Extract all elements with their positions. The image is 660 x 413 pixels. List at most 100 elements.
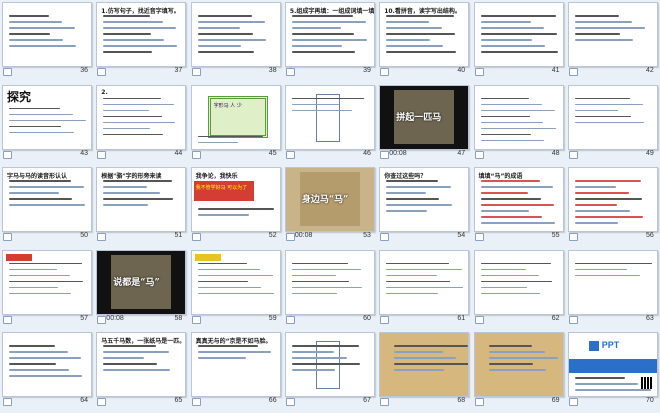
- slide-preview[interactable]: [473, 84, 564, 150]
- slide-thumbnail-46[interactable]: 46: [283, 83, 377, 165]
- slide-thumbnail-51[interactable]: 根据"骆"字的形旁来读 51: [94, 165, 188, 247]
- slide-transition-icon[interactable]: [97, 150, 107, 159]
- slide-preview[interactable]: 1.仿写句子，找近音字填写。: [96, 2, 187, 67]
- slide-transition-icon[interactable]: [380, 398, 390, 407]
- slide-thumbnail-58[interactable]: 说都是“马” 00:08 58: [94, 248, 188, 330]
- slide-preview[interactable]: 你查过这些吗？: [379, 167, 470, 233]
- slide-preview[interactable]: 说都是“马”: [96, 249, 187, 315]
- slide-preview[interactable]: 5.组成字再填：一组成词填一填。: [284, 2, 375, 67]
- slide-preview[interactable]: PPT: [567, 332, 658, 398]
- slide-transition-icon[interactable]: [3, 315, 12, 324]
- slide-transition-icon[interactable]: [380, 150, 390, 159]
- slide-thumbnail-54[interactable]: 你查过这些吗？ 54: [377, 165, 471, 247]
- slide-thumbnail-37[interactable]: 1.仿写句子，找近音字填写。 37: [94, 0, 188, 82]
- slide-preview[interactable]: [284, 249, 375, 315]
- slide-preview[interactable]: [379, 249, 470, 315]
- slide-preview[interactable]: [473, 332, 564, 398]
- slide-thumbnail-49[interactable]: 49: [566, 83, 660, 165]
- slide-transition-icon[interactable]: [380, 233, 390, 242]
- slide-thumbnail-62[interactable]: 62: [472, 248, 566, 330]
- slide-transition-icon[interactable]: [285, 233, 295, 242]
- slide-preview[interactable]: 探究: [2, 84, 92, 150]
- slide-transition-icon[interactable]: [380, 68, 390, 76]
- slide-transition-icon[interactable]: [285, 398, 295, 407]
- slide-thumbnail-48[interactable]: 48: [472, 83, 566, 165]
- slide-transition-icon[interactable]: [191, 68, 201, 76]
- slide-preview[interactable]: 字马与马的读音形认认: [2, 167, 92, 233]
- slide-transition-icon[interactable]: [568, 233, 578, 242]
- slide-transition-icon[interactable]: [97, 315, 107, 324]
- slide-thumbnail-36[interactable]: 36: [0, 0, 94, 82]
- slide-thumbnail-56[interactable]: 56: [566, 165, 660, 247]
- slide-transition-icon[interactable]: [568, 315, 578, 324]
- slide-preview[interactable]: [567, 2, 658, 67]
- slide-transition-icon[interactable]: [97, 233, 107, 242]
- slide-preview[interactable]: 真真无与的“京是不如马脸。: [190, 332, 281, 398]
- slide-transition-icon[interactable]: [380, 315, 390, 324]
- slide-thumbnail-41[interactable]: 41: [472, 0, 566, 82]
- slide-thumbnail-42[interactable]: 42: [566, 0, 660, 82]
- slide-preview[interactable]: [2, 249, 92, 315]
- slide-thumbnail-60[interactable]: 60: [283, 248, 377, 330]
- slide-thumbnail-53[interactable]: 身边马“马” 00:08 53: [283, 165, 377, 247]
- slide-preview[interactable]: 字形马 人 少: [190, 84, 281, 150]
- slide-transition-icon[interactable]: [474, 398, 484, 407]
- slide-preview[interactable]: 填填“马”的成语: [473, 167, 564, 233]
- slide-thumbnail-66[interactable]: 真真无与的“京是不如马脸。 66: [189, 330, 283, 412]
- slide-transition-icon[interactable]: [3, 68, 12, 76]
- slide-transition-icon[interactable]: [474, 233, 484, 242]
- slide-transition-icon[interactable]: [568, 150, 578, 159]
- slide-transition-icon[interactable]: [97, 398, 107, 407]
- slide-transition-icon[interactable]: [285, 315, 295, 324]
- slide-transition-icon[interactable]: [285, 68, 295, 76]
- slide-thumbnail-40[interactable]: 10.看拼音，读字写出结构。 40: [377, 0, 471, 82]
- slide-preview[interactable]: 身边马“马”: [284, 167, 375, 233]
- slide-transition-icon[interactable]: [568, 398, 578, 407]
- slide-transition-icon[interactable]: [3, 398, 12, 407]
- slide-preview[interactable]: [567, 84, 658, 150]
- slide-preview[interactable]: [284, 332, 375, 398]
- slide-thumbnail-43[interactable]: 探究 43: [0, 83, 94, 165]
- slide-preview[interactable]: 马五千马数，一张纸马是一匹。: [96, 332, 187, 398]
- slide-transition-icon[interactable]: [97, 68, 107, 76]
- slide-thumbnail-65[interactable]: 马五千马数，一张纸马是一匹。 65: [94, 330, 188, 412]
- slide-preview[interactable]: [473, 249, 564, 315]
- slide-preview[interactable]: 我争论，我快乐 我不管学好马 可以为了: [190, 167, 281, 233]
- slide-transition-icon[interactable]: [285, 150, 295, 159]
- slide-thumbnail-52[interactable]: 我争论，我快乐 我不管学好马 可以为了 52: [189, 165, 283, 247]
- slide-thumbnail-38[interactable]: 38: [189, 0, 283, 82]
- slide-thumbnail-69[interactable]: 69: [472, 330, 566, 412]
- slide-thumbnail-47[interactable]: 拼起一匹马 00:08 47: [377, 83, 471, 165]
- slide-thumbnail-67[interactable]: 67: [283, 330, 377, 412]
- slide-thumbnail-44[interactable]: 2. 44: [94, 83, 188, 165]
- slide-thumbnail-64[interactable]: 64: [0, 330, 94, 412]
- slide-thumbnail-68[interactable]: 68: [377, 330, 471, 412]
- slide-transition-icon[interactable]: [191, 233, 201, 242]
- slide-thumbnail-61[interactable]: 61: [377, 248, 471, 330]
- slide-transition-icon[interactable]: [474, 150, 484, 159]
- slide-preview[interactable]: [190, 2, 281, 67]
- slide-thumbnail-63[interactable]: 63: [566, 248, 660, 330]
- slide-transition-icon[interactable]: [191, 398, 201, 407]
- slide-thumbnail-59[interactable]: 59: [189, 248, 283, 330]
- slide-transition-icon[interactable]: [568, 68, 578, 76]
- slide-preview[interactable]: [2, 2, 92, 67]
- slide-transition-icon[interactable]: [474, 315, 484, 324]
- slide-thumbnail-70[interactable]: PPT 70: [566, 330, 660, 412]
- slide-thumbnail-55[interactable]: 填填“马”的成语 55: [472, 165, 566, 247]
- slide-thumbnail-50[interactable]: 字马与马的读音形认认 50: [0, 165, 94, 247]
- slide-preview[interactable]: 10.看拼音，读字写出结构。: [379, 2, 470, 67]
- slide-preview[interactable]: [567, 167, 658, 233]
- slide-preview[interactable]: 2.: [96, 84, 187, 150]
- slide-transition-icon[interactable]: [3, 233, 12, 242]
- slide-preview[interactable]: [567, 249, 658, 315]
- slide-preview[interactable]: 根据"骆"字的形旁来读: [96, 167, 187, 233]
- slide-transition-icon[interactable]: [474, 68, 484, 76]
- slide-preview[interactable]: [473, 2, 564, 67]
- slide-preview[interactable]: [190, 249, 281, 315]
- slide-preview[interactable]: [2, 332, 92, 398]
- slide-thumbnail-39[interactable]: 5.组成字再填：一组成词填一填。 39: [283, 0, 377, 82]
- slide-thumbnail-45[interactable]: 字形马 人 少 45: [189, 83, 283, 165]
- slide-transition-icon[interactable]: [191, 150, 201, 159]
- slide-thumbnail-57[interactable]: 57: [0, 248, 94, 330]
